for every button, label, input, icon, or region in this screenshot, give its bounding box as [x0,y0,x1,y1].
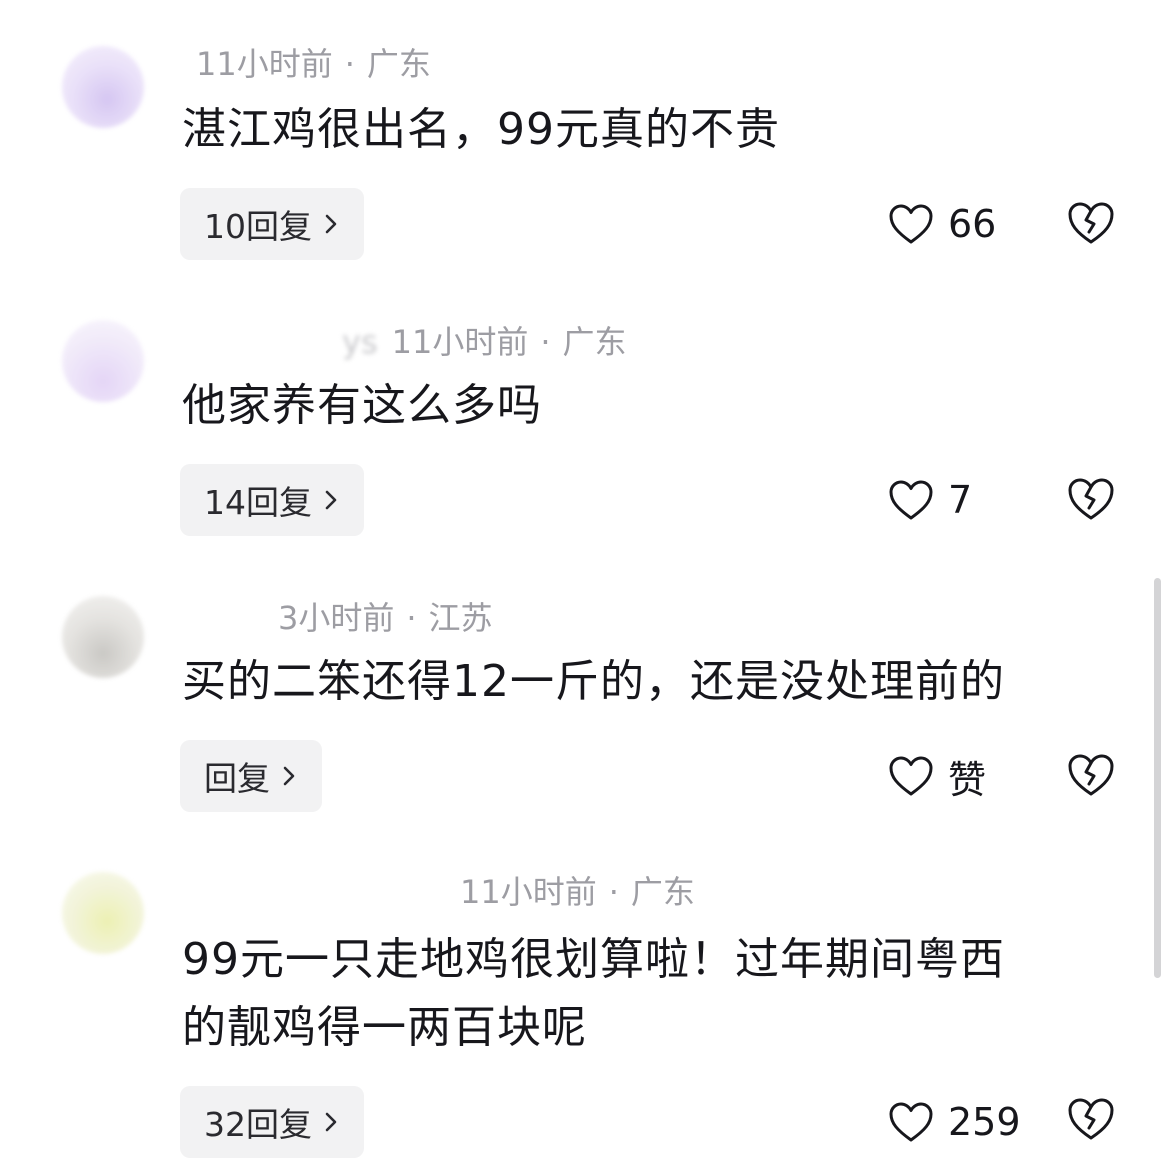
separator-dot: · [608,873,619,911]
separator-dot: · [406,599,417,637]
broken-heart-icon[interactable] [1066,752,1116,798]
chevron-right-icon [325,490,337,510]
username-blurred[interactable]: ys [342,323,378,361]
view-replies-button[interactable]: 回复 [180,740,322,812]
separator-dot: · [540,323,551,361]
view-replies-button[interactable]: 32回复 [180,1086,364,1158]
view-replies-button[interactable]: 14回复 [180,464,364,536]
comment-text: 99元一只走地鸡很划算啦！过年期间粤西 的靓鸡得一两百块呢 [182,926,1122,1062]
like-count: 259 [948,1100,1021,1144]
comment-text: 买的二笨还得12一斤的，还是没处理前的 [182,656,1005,707]
chevron-right-icon [283,766,295,786]
comment-meta: ys 11小时前 · 广东 [182,322,627,362]
avatar[interactable] [62,596,144,678]
comment-time: 3小时前 [278,599,395,637]
comment-text-line: 99元一只走地鸡很划算啦！过年期间粤西 [182,934,1005,985]
like-count: 7 [948,478,973,522]
comment-location: 广东 [562,323,627,361]
heart-outline-icon [889,204,933,244]
reply-label: 14回复 [204,483,312,522]
comment-text: 他家养有这么多吗 [182,380,542,431]
heart-outline-icon [889,480,933,520]
comment-time: 11小时前 [391,323,529,361]
heart-outline-icon [889,1102,933,1142]
comment-location: 广东 [630,873,695,911]
scrollbar[interactable] [1154,578,1161,978]
heart-outline-icon [889,756,933,796]
comment-text-line: 的靓鸡得一两百块呢 [182,1002,587,1053]
chevron-right-icon [325,1112,337,1132]
view-replies-button[interactable]: 10回复 [180,188,364,260]
avatar[interactable] [62,46,144,128]
reply-label: 10回复 [204,207,312,246]
like-button[interactable]: 赞 [888,740,986,812]
broken-heart-icon[interactable] [1066,1096,1116,1142]
reply-label: 32回复 [204,1105,312,1144]
comment-text: 湛江鸡很出名，99元真的不贵 [182,104,780,155]
comment-meta: ​3小时前·江苏 [182,598,493,638]
like-count: 赞 [948,757,987,802]
like-count: 66 [948,202,997,246]
avatar[interactable] [62,320,144,402]
broken-heart-icon[interactable] [1066,476,1116,522]
avatar[interactable] [62,872,144,954]
chevron-right-icon [325,214,337,234]
comment-location: 江苏 [428,599,493,637]
comment-time: 11小时前 [460,873,597,911]
comment-meta: ​11小时前·广东 [182,44,431,84]
comment-location: 广东 [366,45,431,83]
comment-time: 11小时前 [196,45,333,83]
comment-meta: ​11小时前·广东 [182,872,695,912]
like-button[interactable]: 7 [888,464,972,536]
separator-dot: · [344,45,355,83]
like-button[interactable]: 259 [888,1086,1021,1158]
reply-label: 回复 [204,759,270,798]
like-button[interactable]: 66 [888,188,996,260]
broken-heart-icon[interactable] [1066,200,1116,246]
